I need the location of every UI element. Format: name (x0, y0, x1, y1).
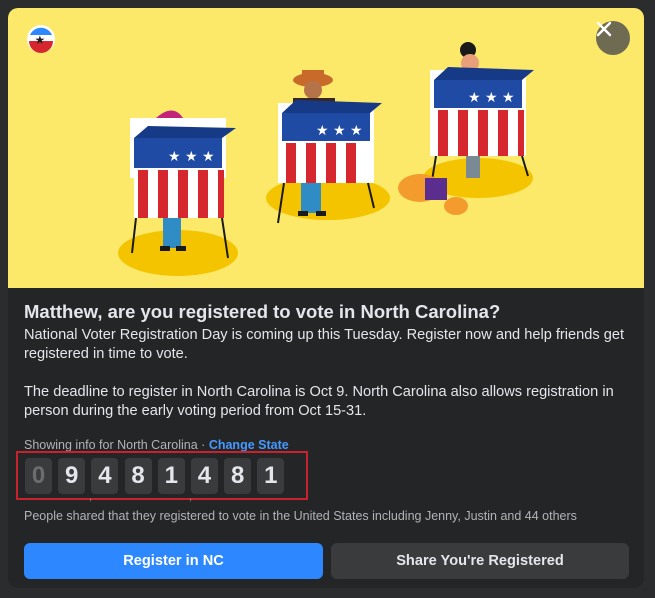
voting-booths-illustration: ★ ★ ★ ★ ★ ★ ★ ★ ★ ★ (8, 8, 644, 288)
counter-digit: 9 (58, 458, 86, 494)
svg-text:★ ★ ★: ★ ★ ★ (316, 123, 363, 139)
counter-digit: 8 (124, 458, 152, 494)
svg-text:★: ★ (35, 33, 46, 47)
counter-digit: 0 (25, 458, 52, 494)
voter-registration-dialog: ★ ★ ★ ★ ★ ★ ★ ★ ★ ★ Matthew, are you reg… (8, 8, 644, 588)
counter-digit: 4 (190, 458, 218, 494)
close-button[interactable] (596, 21, 630, 55)
dialog-body: Matthew, are you registered to vote in N… (24, 300, 630, 453)
thousands-separator: , (189, 491, 193, 503)
dot-separator: · (197, 438, 209, 452)
registration-counter: 0 9 4 8 1 4 8 1 , , (16, 451, 308, 503)
counter-digit: 4 (91, 458, 119, 494)
counter-digits: 0 9 4 8 1 4 8 1 (25, 458, 291, 494)
dialog-headline: Matthew, are you registered to vote in N… (24, 301, 501, 322)
share-registered-button[interactable]: Share You're Registered (331, 543, 629, 579)
deadline-text: The deadline to register in North Caroli… (24, 384, 614, 419)
thousands-separator: , (89, 491, 93, 503)
voting-booths-art: ★ ★ ★ ★ ★ ★ ★ ★ ★ (118, 42, 534, 276)
registration-day-text: National Voter Registration Day is comin… (24, 327, 625, 362)
voting-star-badge-icon: ★ (26, 24, 56, 54)
svg-text:★ ★ ★: ★ ★ ★ (168, 149, 215, 165)
counter-digit: 1 (257, 458, 285, 494)
register-button[interactable]: Register in NC (24, 543, 323, 579)
showing-info-text: Showing info for North Carolina (24, 438, 198, 452)
shared-registration-text: People shared that they registered to vo… (24, 509, 577, 523)
counter-digit: 8 (224, 458, 252, 494)
close-icon (596, 21, 612, 37)
svg-text:★ ★ ★: ★ ★ ★ (468, 90, 515, 106)
change-state-link[interactable]: Change State (209, 438, 289, 452)
counter-digit: 1 (157, 458, 185, 494)
